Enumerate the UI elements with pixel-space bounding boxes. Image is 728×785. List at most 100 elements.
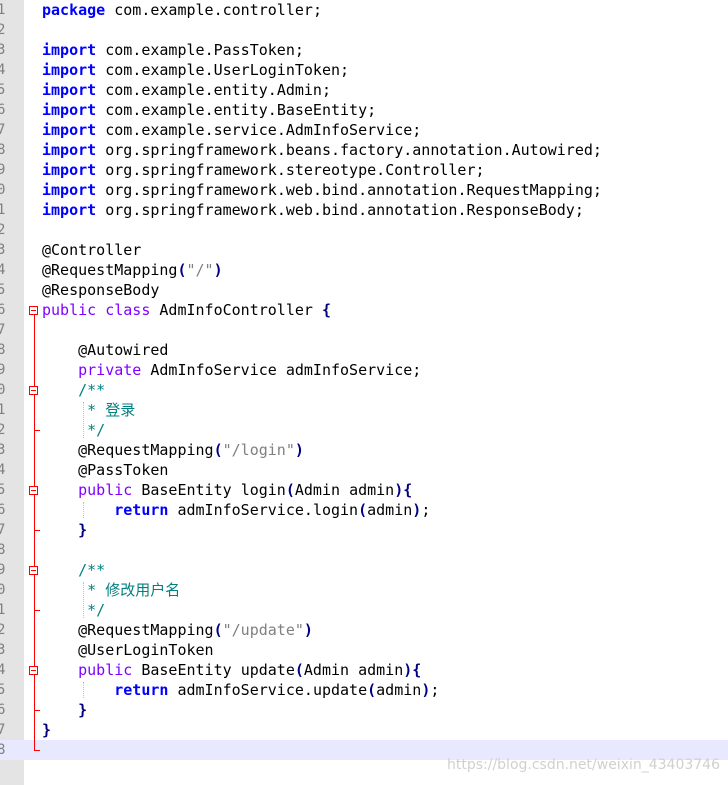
code-line[interactable]: 7 bbox=[0, 320, 728, 340]
line-number: 1 bbox=[0, 402, 6, 418]
code-line[interactable]: 9 /** bbox=[0, 560, 728, 580]
line-number: 8 bbox=[0, 142, 6, 158]
code-line[interactable]: 7} bbox=[0, 720, 728, 740]
code-line[interactable]: 2 @RequestMapping("/update") bbox=[0, 620, 728, 640]
indent-guide bbox=[83, 502, 84, 518]
code-text: return admInfoService.update(admin); bbox=[114, 681, 440, 699]
code-text: import com.example.entity.Admin; bbox=[42, 81, 331, 99]
fold-end-tick bbox=[34, 610, 40, 611]
line-number: 4 bbox=[0, 662, 6, 678]
code-line[interactable]: 5 return admInfoService.update(admin); bbox=[0, 680, 728, 700]
fold-end-tick bbox=[34, 750, 40, 751]
line-number: 7 bbox=[0, 522, 6, 538]
code-text: @Autowired bbox=[78, 341, 169, 359]
code-line[interactable]: 8 @Autowired bbox=[0, 340, 728, 360]
code-line[interactable]: 0 /** bbox=[0, 380, 728, 400]
code-text: import org.springframework.beans.factory… bbox=[42, 141, 602, 159]
code-line[interactable]: 1 import org.springframework.web.bind.ann… bbox=[0, 200, 728, 220]
code-text: import org.springframework.web.bind.anno… bbox=[42, 201, 584, 219]
line-number: 2 bbox=[0, 622, 6, 638]
code-text: public class AdmInfoController { bbox=[42, 301, 331, 319]
code-line[interactable]: 4 @PassToken bbox=[0, 460, 728, 480]
code-line[interactable]: 8 bbox=[0, 540, 728, 560]
code-text: @RequestMapping("/update") bbox=[78, 621, 313, 639]
fold-end-tick bbox=[34, 710, 40, 711]
code-text: */ bbox=[42, 421, 106, 439]
code-line[interactable]: 9 private AdmInfoService admInfoService; bbox=[0, 360, 728, 380]
line-number: 0 bbox=[0, 182, 6, 198]
line-number: 4 bbox=[0, 262, 6, 278]
code-text: import com.example.entity.BaseEntity; bbox=[42, 101, 377, 119]
code-line[interactable]: 7 } bbox=[0, 520, 728, 540]
line-number: 8 bbox=[0, 342, 6, 358]
code-line[interactable]: 1 * 登录 bbox=[0, 400, 728, 420]
line-number: 3 bbox=[0, 642, 6, 658]
code-line[interactable]: 4 public BaseEntity update(Admin admin){ bbox=[0, 660, 728, 680]
code-line[interactable]: 2 */ bbox=[0, 420, 728, 440]
code-text: import org.springframework.stereotype.Co… bbox=[42, 161, 485, 179]
line-number: 7 bbox=[0, 322, 6, 338]
line-number: 6 bbox=[0, 102, 6, 118]
code-line[interactable]: 1 package com.example.controller; bbox=[0, 0, 728, 20]
code-line[interactable]: 3 @RequestMapping("/login") bbox=[0, 440, 728, 460]
code-text: private AdmInfoService admInfoService; bbox=[78, 361, 422, 379]
fold-toggle-icon[interactable] bbox=[29, 486, 38, 495]
code-text: @Controller bbox=[42, 241, 142, 259]
code-line[interactable]: 0 * 修改用户名 bbox=[0, 580, 728, 600]
line-number: 3 bbox=[0, 42, 6, 58]
line-number: 6 bbox=[0, 702, 6, 718]
line-number: 1 bbox=[0, 2, 6, 18]
line-number: 6 bbox=[0, 502, 6, 518]
code-line[interactable]: 5 @ResponseBody bbox=[0, 280, 728, 300]
line-number: 2 bbox=[0, 222, 6, 238]
code-line[interactable]: 2 bbox=[0, 220, 728, 240]
line-number: 9 bbox=[0, 562, 6, 578]
code-text: * 登录 bbox=[42, 401, 136, 419]
code-text: @ResponseBody bbox=[42, 281, 160, 299]
code-line[interactable]: 0 import org.springframework.web.bind.ann… bbox=[0, 180, 728, 200]
code-text: import com.example.PassToken; bbox=[42, 41, 304, 59]
fold-toggle-icon[interactable] bbox=[29, 386, 38, 395]
fold-line bbox=[34, 315, 35, 750]
code-line[interactable]: 6 return admInfoService.login(admin); bbox=[0, 500, 728, 520]
code-line[interactable]: 7 import com.example.service.AdmInfoServi… bbox=[0, 120, 728, 140]
code-line[interactable]: 3 @Controller bbox=[0, 240, 728, 260]
code-line[interactable]: 5 public BaseEntity login(Admin admin){ bbox=[0, 480, 728, 500]
code-text: package com.example.controller; bbox=[42, 1, 322, 19]
code-line[interactable]: 3 import com.example.PassToken; bbox=[0, 40, 728, 60]
code-text: } bbox=[78, 701, 88, 719]
code-editor[interactable]: 1 package com.example.controller; 2 3 import… bbox=[0, 0, 728, 785]
code-text: @RequestMapping("/login") bbox=[78, 441, 304, 459]
line-number: 4 bbox=[0, 62, 6, 78]
code-line[interactable]: 8 import org.springframework.beans.factor… bbox=[0, 140, 728, 160]
code-text: import org.springframework.web.bind.anno… bbox=[42, 181, 602, 199]
code-text: } bbox=[42, 721, 52, 739]
line-number: 2 bbox=[0, 22, 6, 38]
code-text: import com.example.service.AdmInfoServic… bbox=[42, 121, 422, 139]
fold-end-tick bbox=[34, 530, 40, 531]
code-line[interactable]: 5 import com.example.entity.Admin; bbox=[0, 80, 728, 100]
fold-toggle-icon[interactable] bbox=[29, 566, 38, 575]
fold-toggle-icon[interactable] bbox=[29, 666, 38, 675]
line-number: 2 bbox=[0, 422, 6, 438]
line-number: 8 bbox=[0, 542, 6, 558]
line-number: 5 bbox=[0, 82, 6, 98]
code-line[interactable]: 3 @UserLoginToken bbox=[0, 640, 728, 660]
code-line[interactable]: 4 import com.example.UserLoginToken; bbox=[0, 60, 728, 80]
code-line[interactable]: 6 import com.example.entity.BaseEntity; bbox=[0, 100, 728, 120]
code-text: import com.example.UserLoginToken; bbox=[42, 61, 350, 79]
line-number: 0 bbox=[0, 582, 6, 598]
code-text: /** bbox=[42, 561, 106, 579]
code-line[interactable]: 1 */ bbox=[0, 600, 728, 620]
code-line[interactable]: 6 } bbox=[0, 700, 728, 720]
code-text: @RequestMapping("/") bbox=[42, 261, 223, 279]
code-line[interactable]: 6 public class AdmInfoController { bbox=[0, 300, 728, 320]
indent-guide bbox=[83, 402, 84, 438]
line-number: 6 bbox=[0, 302, 6, 318]
fold-toggle-icon[interactable] bbox=[29, 306, 38, 315]
code-line[interactable]: 4 @RequestMapping("/") bbox=[0, 260, 728, 280]
code-line[interactable]: 9 import org.springframework.stereotype.C… bbox=[0, 160, 728, 180]
fold-end-tick bbox=[34, 430, 40, 431]
code-text: public BaseEntity update(Admin admin){ bbox=[78, 661, 422, 679]
code-line[interactable]: 2 bbox=[0, 20, 728, 40]
